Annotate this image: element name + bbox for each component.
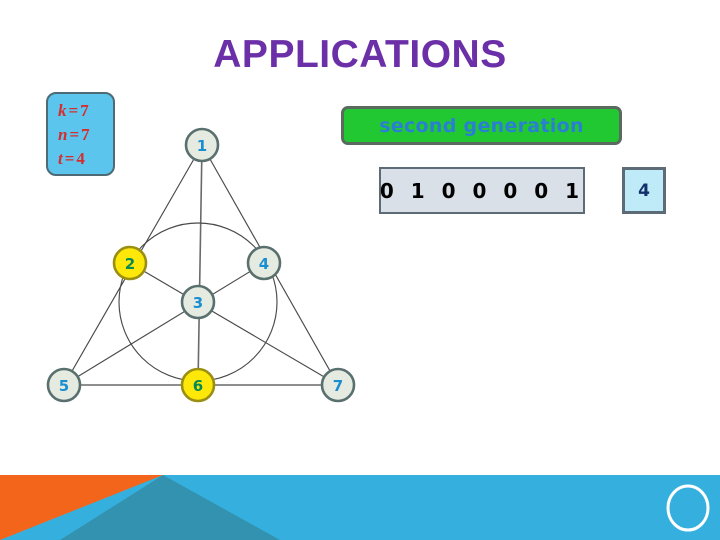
fano-node-2-label: 2 bbox=[125, 255, 135, 273]
fano-node-6-label: 6 bbox=[193, 377, 203, 395]
fano-node-7[interactable]: 7 bbox=[320, 367, 356, 403]
fano-node-3[interactable]: 3 bbox=[180, 284, 216, 320]
fano-line-vertical-median bbox=[197, 144, 203, 386]
fano-node-5[interactable]: 5 bbox=[46, 367, 82, 403]
codeword-value: 0 1 0 0 0 0 1 bbox=[379, 178, 585, 203]
fano-node-1-label: 1 bbox=[197, 137, 207, 155]
second-generation-banner: second generation bbox=[341, 106, 622, 145]
page-title: APPLICATIONS bbox=[213, 33, 507, 76]
slide-canvas: APPLICATIONS k = 7 n = 7 t = 4 second generati… bbox=[0, 0, 720, 540]
footer-graphics bbox=[0, 475, 720, 540]
fano-node-4-label: 4 bbox=[259, 255, 269, 273]
weight-box: 4 bbox=[622, 167, 666, 214]
weight-value: 4 bbox=[638, 180, 650, 201]
parameter-k-eq: = bbox=[68, 101, 79, 120]
fano-plane-diagram: 1 2 3 4 5 6 7 bbox=[30, 120, 375, 420]
fano-node-7-label: 7 bbox=[333, 377, 343, 395]
codeword-box: 0 1 0 0 0 0 1 bbox=[379, 167, 585, 214]
fano-node-4[interactable]: 4 bbox=[246, 245, 282, 281]
fano-node-2[interactable]: 2 bbox=[112, 245, 148, 281]
fano-node-6[interactable]: 6 bbox=[180, 367, 216, 403]
fano-plane-svg: 1 2 3 4 5 6 7 bbox=[46, 127, 356, 403]
second-generation-label: second generation bbox=[379, 114, 584, 137]
parameter-k-value: 7 bbox=[80, 101, 89, 120]
fano-node-5-label: 5 bbox=[59, 377, 69, 395]
fano-node-3-label: 3 bbox=[193, 294, 203, 312]
parameter-k-var: k bbox=[58, 101, 67, 120]
footer-band: CODES AND DESIGNS bbox=[0, 475, 720, 540]
fano-node-1[interactable]: 1 bbox=[184, 127, 220, 163]
